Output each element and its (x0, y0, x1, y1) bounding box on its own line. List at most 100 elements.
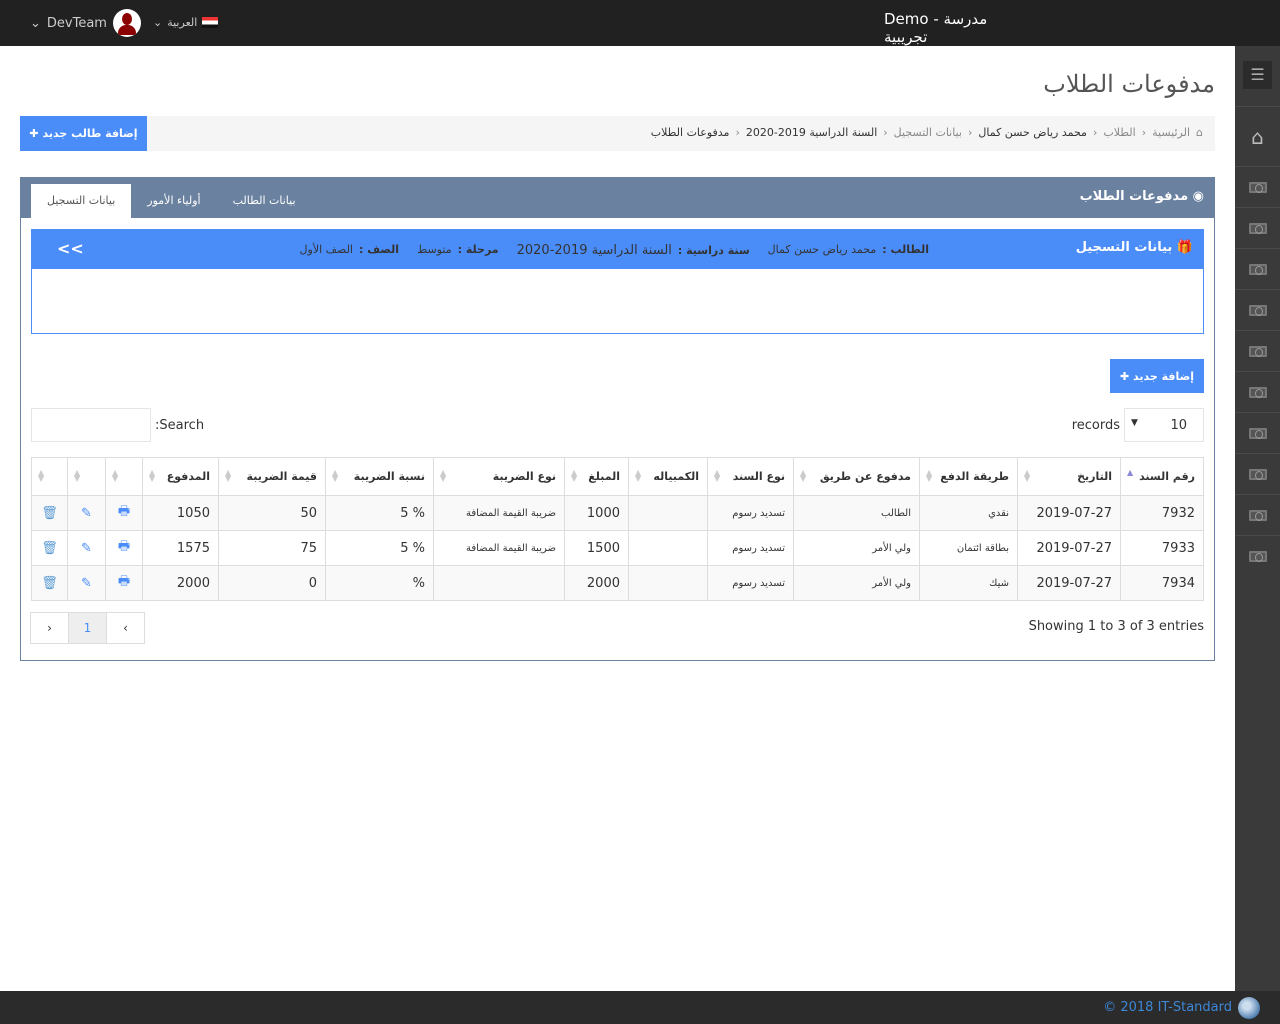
page-1-button[interactable]: 1 (68, 612, 107, 644)
add-student-button[interactable]: ✚ إضافة طالب جديد (20, 116, 147, 151)
registration-title: 🎁 بيانات التسجيل (1075, 240, 1193, 255)
delete-icon[interactable]: 🗑 (31, 495, 68, 531)
action-column-header: ▲ ▼ (31, 457, 68, 496)
column-header[interactable]: الكمبياله ▲ ▼ (628, 457, 708, 496)
print-icon[interactable]: 🖶 (105, 495, 143, 531)
user-menu[interactable]: ⌄ DevTeam (30, 9, 141, 37)
collapse-button[interactable]: << (57, 239, 84, 258)
table-cell: تسديد رسوم (707, 565, 794, 601)
sidebar-item-payments[interactable] (1235, 371, 1280, 412)
column-header[interactable]: نوع السند ▲ ▼ (707, 457, 794, 496)
records-select[interactable]: ▼ 10 (1124, 408, 1204, 442)
breadcrumb-students[interactable]: الطلاب (1103, 126, 1135, 139)
money-icon (1248, 304, 1267, 316)
sort-icon: ▲ (1127, 468, 1134, 477)
breadcrumb-year[interactable]: السنة الدراسية 2019-2020 (746, 126, 877, 139)
sort-icon: ▲ ▼ (1024, 468, 1031, 483)
sidebar-item-payments[interactable] (1235, 453, 1280, 494)
payments-portlet: ◉ مدفوعات الطلاب بيانات التسجيل أولياء ا… (20, 177, 1215, 661)
add-new-button[interactable]: ✚ إضافة جديد (1110, 359, 1204, 393)
delete-icon[interactable]: 🗑 (31, 565, 68, 601)
sort-icon: ▲ ▼ (926, 468, 933, 483)
table-cell: ضريبة القيمة المضافة (433, 530, 565, 566)
language-menu[interactable]: ⌄ العربية (153, 16, 219, 29)
print-icon[interactable]: 🖶 (105, 530, 143, 566)
column-header[interactable]: رقم السند ▲ (1120, 457, 1204, 496)
sidebar-item-payments[interactable] (1235, 412, 1280, 453)
sort-icon: ▲ ▼ (635, 468, 642, 483)
table-cell: % 5 (325, 495, 434, 531)
table-cell: شيك (919, 565, 1018, 601)
table-cell: 50 (218, 495, 326, 531)
sort-icon: ▲ ▼ (332, 468, 339, 483)
sort-icon: ▲ ▼ (149, 468, 156, 483)
sidebar-item-payments[interactable] (1235, 248, 1280, 289)
delete-icon[interactable]: 🗑 (31, 530, 68, 566)
column-header[interactable]: مدفوع عن طريق ▲ ▼ (793, 457, 920, 496)
add-student-label: إضافة طالب جديد (42, 127, 138, 140)
prev-page-button[interactable]: ‹ (106, 612, 145, 644)
table-cell: 2019-07-27 (1017, 565, 1121, 601)
sort-icon: ▲ ▼ (800, 468, 807, 483)
column-header[interactable]: قيمة الضريبة ▲ ▼ (218, 457, 326, 496)
user-name: DevTeam (46, 15, 107, 31)
sidebar-item-payments[interactable] (1235, 535, 1280, 576)
edit-icon[interactable]: ✎ (67, 565, 106, 601)
table-cell: 2000 (564, 565, 629, 601)
pagination: › 1 ‹ (30, 612, 145, 644)
footer: © 2018 IT-Standard (0, 991, 1280, 1024)
sort-icon: ▲ ▼ (571, 468, 578, 483)
breadcrumb-student[interactable]: محمد رياض حسن كمال (978, 126, 1087, 139)
search-input[interactable] (31, 408, 151, 442)
money-icon (1248, 222, 1267, 234)
table-cell: تسديد رسوم (707, 495, 794, 531)
print-icon[interactable]: 🖶 (105, 565, 143, 601)
sidebar: ☰ ⌂ (1235, 46, 1280, 991)
table-row: 7932 2019-07-27 نقدي الطالب تسديد رسوم 1000 ضر… (31, 495, 1204, 531)
table-cell: % (325, 565, 434, 601)
table-cell: ولي الأمر (793, 565, 920, 601)
breadcrumb-registration[interactable]: بيانات التسجيل (894, 126, 962, 139)
column-header[interactable]: نوع الضريبة ▲ ▼ (433, 457, 565, 496)
table-cell: 7932 (1120, 495, 1204, 531)
menu-toggle-icon[interactable]: ☰ (1243, 61, 1272, 89)
records-length: records ▼ 10 (1072, 408, 1204, 442)
edit-icon[interactable]: ✎ (67, 495, 106, 531)
table-cell: نقدي (919, 495, 1018, 531)
flag-icon (202, 17, 219, 28)
table-cell: الطالب (793, 495, 920, 531)
brand-title: Demo - مدرسة تجريبية (884, 10, 988, 46)
table-cell: 1050 (142, 495, 219, 531)
globe-icon (1238, 997, 1260, 1019)
column-header[interactable]: المبلغ ▲ ▼ (564, 457, 629, 496)
tab-student-info[interactable]: بيانات الطالب (217, 184, 312, 218)
action-column-header: ▲ ▼ (67, 457, 106, 496)
column-header[interactable]: المدفوع ▲ ▼ (142, 457, 219, 496)
column-header[interactable]: نسبة الضريبة ▲ ▼ (325, 457, 434, 496)
payments-table: رقم السند ▲ التاريخ ▲ ▼ طريقة الدفع ▲ ▼ مدفوع عن… (31, 457, 1204, 601)
sidebar-item-payments[interactable] (1235, 494, 1280, 535)
copyright[interactable]: © 2018 IT-Standard (1103, 1000, 1232, 1015)
tab-registration[interactable]: بيانات التسجيل (31, 184, 132, 218)
top-bar: ⌄ DevTeam ⌄ العربية Demo - مدرسة تجريبية (0, 0, 1280, 46)
next-page-button[interactable]: › (30, 612, 69, 644)
home-icon[interactable]: ⌂ (1235, 106, 1280, 166)
money-icon (1248, 181, 1267, 193)
money-icon (1248, 263, 1267, 275)
money-icon (1248, 427, 1267, 439)
column-header[interactable]: طريقة الدفع ▲ ▼ (919, 457, 1018, 496)
sidebar-item-payments[interactable] (1235, 166, 1280, 207)
table-cell: بطاقة ائتمان (919, 530, 1018, 566)
table-cell: ولي الأمر (793, 530, 920, 566)
column-header[interactable]: التاريخ ▲ ▼ (1017, 457, 1121, 496)
sidebar-item-payments[interactable] (1235, 289, 1280, 330)
edit-icon[interactable]: ✎ (67, 530, 106, 566)
tab-guardians[interactable]: أولياء الأمور (131, 184, 216, 218)
sidebar-item-payments[interactable] (1235, 330, 1280, 371)
money-icon (1248, 386, 1267, 398)
table-cell: 2000 (142, 565, 219, 601)
sidebar-item-payments[interactable] (1235, 207, 1280, 248)
home-icon: ⌂ (1196, 126, 1203, 139)
breadcrumb-home[interactable]: الرئيسية (1152, 126, 1190, 139)
table-cell: ضريبة القيمة المضافة (433, 495, 565, 531)
